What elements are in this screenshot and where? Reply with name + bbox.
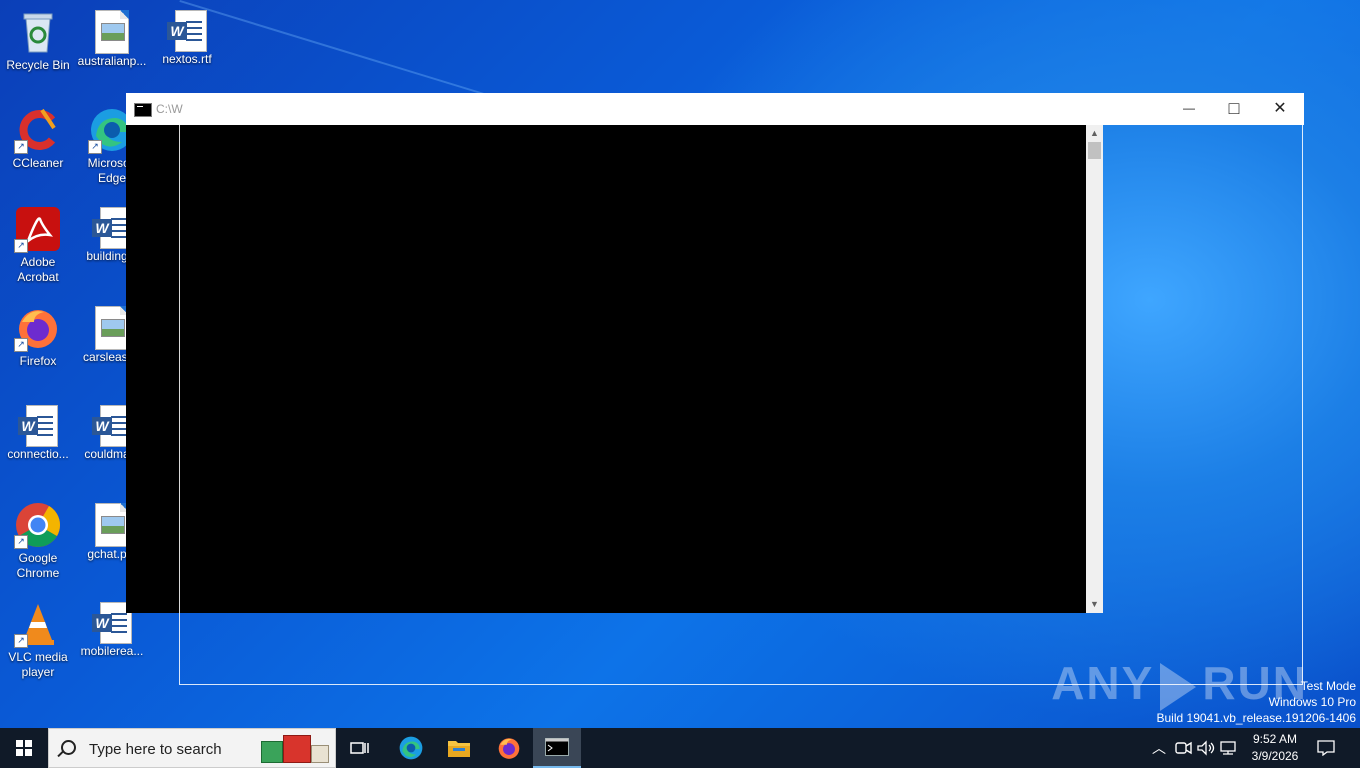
shortcut-arrow-icon: ↗ (14, 239, 28, 253)
vertical-scrollbar[interactable]: ▲ ▼ (1086, 125, 1103, 613)
shortcut-arrow-icon: ↗ (14, 338, 28, 352)
image-file-icon (95, 503, 129, 547)
acrobat-icon: ↗ (14, 205, 62, 253)
test-mode-info: Test Mode Windows 10 Pro Build 19041.vb_… (1157, 678, 1357, 726)
desktop-icon-google-chrome[interactable]: ↗ Google Chrome (0, 501, 76, 581)
close-button[interactable]: ✕ (1257, 93, 1303, 123)
chrome-icon: ↗ (14, 501, 62, 549)
scroll-up-icon[interactable]: ▲ (1086, 125, 1103, 142)
desktop-icon-label: VLC media player (8, 650, 68, 679)
desktop-icon-adobe-acrobat[interactable]: ↗ Adobe Acrobat (0, 205, 76, 285)
desktop-icon-recycle-bin[interactable]: Recycle Bin (0, 8, 76, 73)
taskbar-clock[interactable]: 9:52 AM 3/9/2026 (1250, 731, 1300, 765)
desktop-icon-label: connectio... (7, 447, 69, 461)
test-mode-line: Test Mode (1300, 679, 1356, 693)
ccleaner-icon: ↗ (14, 106, 62, 154)
folder-icon (448, 741, 470, 757)
desktop-icon-australianp[interactable]: australianp... (74, 8, 150, 69)
scroll-thumb[interactable] (1088, 142, 1101, 159)
desktop-icon-vlc[interactable]: ↗ VLC media player (0, 600, 76, 680)
network-icon[interactable] (1218, 740, 1240, 756)
desktop-icon-ccleaner[interactable]: ↗ CCleaner (0, 106, 76, 171)
taskbar-file-explorer[interactable] (435, 728, 483, 768)
console-window[interactable]: C:\W — □ ✕ ▲ ▼ (126, 93, 1304, 614)
cmd-icon (134, 103, 152, 117)
search-highlight-gifts-icon[interactable] (261, 735, 329, 763)
firefox-icon: ↗ (14, 304, 62, 352)
taskbar-cmd[interactable] (533, 728, 581, 768)
window-title: C:\W (156, 102, 183, 116)
image-file-icon (95, 10, 129, 54)
build-line: Build 19041.vb_release.191206-1406 (1156, 711, 1357, 725)
word-doc-icon: W (167, 10, 207, 52)
shortcut-arrow-icon: ↗ (88, 140, 102, 154)
meet-now-icon[interactable] (1172, 740, 1196, 756)
word-doc-icon: W (18, 405, 58, 447)
console-titlebar[interactable]: C:\W — □ ✕ (126, 93, 1304, 125)
maximize-button[interactable]: □ (1211, 93, 1257, 123)
cmd-icon (545, 738, 569, 756)
notification-icon (1317, 740, 1335, 756)
clock-time: 9:52 AM (1252, 732, 1298, 746)
shortcut-arrow-icon: ↗ (14, 634, 28, 648)
taskbar: Type here to search ︿ 9:52 AM 3/9/2026 (0, 728, 1360, 768)
shortcut-arrow-icon: ↗ (14, 535, 28, 549)
minimize-icon: — (1183, 101, 1195, 115)
task-view-icon (350, 742, 369, 754)
shortcut-arrow-icon: ↗ (14, 140, 28, 154)
desktop-icon-label: australianp... (77, 54, 147, 68)
os-edition-line: Windows 10 Pro (1268, 695, 1356, 709)
scroll-down-icon[interactable]: ▼ (1086, 596, 1103, 613)
edge-icon (399, 736, 423, 760)
image-file-icon (95, 306, 129, 350)
start-button[interactable] (0, 728, 48, 768)
vlc-icon: ↗ (14, 600, 62, 648)
desktop-icon-label: mobilerea... (80, 644, 144, 658)
search-placeholder: Type here to search (89, 741, 222, 758)
desktop-icon-connection[interactable]: W connectio... (0, 403, 76, 462)
desktop-icon-label: Firefox (19, 354, 57, 368)
desktop-icon-label: CCleaner (12, 156, 64, 170)
task-view-button[interactable] (336, 728, 384, 768)
search-icon (61, 740, 76, 755)
taskbar-firefox[interactable] (485, 728, 533, 768)
show-hidden-icons-chevron-icon[interactable]: ︿ (1150, 738, 1168, 758)
taskbar-search-box[interactable]: Type here to search (48, 728, 336, 768)
windows-logo-icon (16, 740, 32, 756)
console-output[interactable] (126, 125, 1086, 613)
firefox-icon (498, 738, 520, 759)
desktop-icon-label: nextos.rtf (162, 52, 212, 66)
clock-date: 3/9/2026 (1251, 749, 1299, 763)
desktop-icon-label: Google Chrome (16, 551, 60, 580)
desktop-icon-nextos[interactable]: W nextos.rtf (149, 8, 225, 67)
desktop-icon-label: Adobe Acrobat (17, 255, 59, 284)
desktop-icon-firefox[interactable]: ↗ Firefox (0, 304, 76, 369)
close-icon: ✕ (1273, 100, 1287, 117)
system-tray: ︿ (1150, 728, 1240, 768)
volume-icon[interactable] (1196, 740, 1218, 756)
action-center-button[interactable] (1304, 728, 1348, 768)
watermark-left-text: ANY (1051, 657, 1155, 709)
maximize-icon: □ (1228, 97, 1240, 118)
recycle-bin-icon (14, 8, 62, 56)
minimize-button[interactable]: — (1166, 93, 1212, 123)
desktop-icon-label: Recycle Bin (6, 58, 70, 72)
taskbar-edge[interactable] (387, 728, 435, 768)
